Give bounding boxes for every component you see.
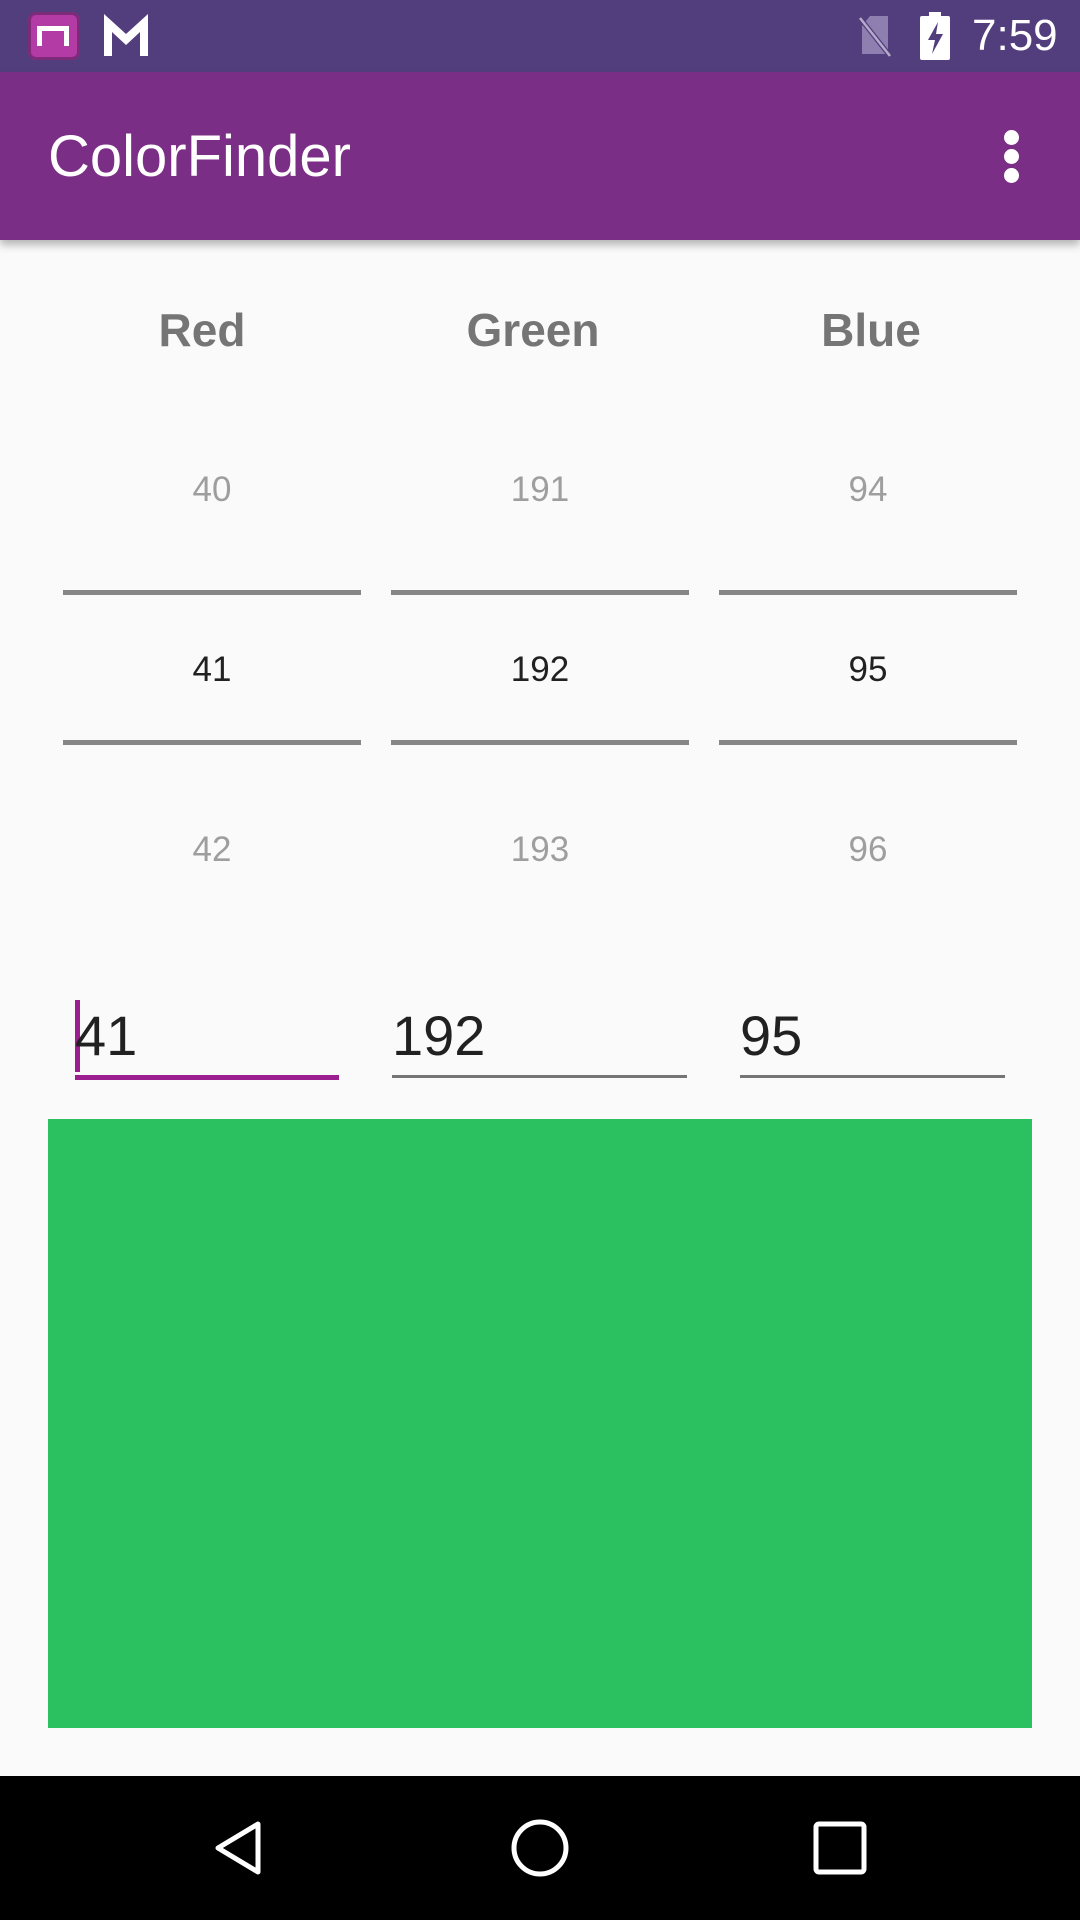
red-label: Red <box>158 304 246 356</box>
more-vert-icon[interactable] <box>996 124 1032 188</box>
blue-number-picker[interactable]: 94 95 96 <box>719 430 1017 910</box>
input-underline <box>75 1075 339 1080</box>
green-input-field[interactable]: 192 <box>392 996 687 1082</box>
picker-divider <box>719 590 1017 595</box>
status-bar: 7:59 <box>0 0 1080 72</box>
blue-input-value: 95 <box>740 1004 803 1067</box>
gmail-icon <box>104 14 148 56</box>
navigation-bar <box>0 1776 1080 1920</box>
no-sim-icon <box>858 16 892 58</box>
red-prev-value[interactable]: 40 <box>63 470 361 510</box>
picker-divider <box>391 740 689 745</box>
green-label: Green <box>466 304 600 356</box>
blue-current-value[interactable]: 95 <box>719 650 1017 690</box>
red-current-value[interactable]: 41 <box>63 650 361 690</box>
green-next-value[interactable]: 193 <box>391 830 689 870</box>
red-next-value[interactable]: 42 <box>63 830 361 870</box>
green-input-value: 192 <box>392 1004 486 1067</box>
input-underline <box>392 1075 687 1078</box>
status-time: 7:59 <box>972 11 1058 60</box>
red-input-field[interactable]: 41 <box>75 996 339 1082</box>
picker-divider <box>63 590 361 595</box>
picker-divider <box>391 590 689 595</box>
red-number-picker[interactable]: 40 41 42 <box>63 430 361 910</box>
green-prev-value[interactable]: 191 <box>391 470 689 510</box>
blue-prev-value[interactable]: 94 <box>719 470 1017 510</box>
blue-next-value[interactable]: 96 <box>719 830 1017 870</box>
app-title: ColorFinder <box>48 124 351 189</box>
battery-charging-icon <box>920 12 950 60</box>
recents-icon[interactable] <box>810 1818 870 1878</box>
app-bar: ColorFinder <box>0 72 1080 240</box>
input-underline <box>740 1075 1005 1078</box>
home-icon[interactable] <box>510 1818 570 1878</box>
app-notification-icon <box>28 12 80 60</box>
picker-divider <box>719 740 1017 745</box>
picker-divider <box>63 740 361 745</box>
blue-input-field[interactable]: 95 <box>740 996 1005 1082</box>
blue-label: Blue <box>821 304 921 356</box>
red-input-value: 41 <box>75 1004 138 1067</box>
green-number-picker[interactable]: 191 192 193 <box>391 430 689 910</box>
back-icon[interactable] <box>210 1818 270 1878</box>
green-current-value[interactable]: 192 <box>391 650 689 690</box>
color-preview-swatch <box>48 1119 1032 1728</box>
